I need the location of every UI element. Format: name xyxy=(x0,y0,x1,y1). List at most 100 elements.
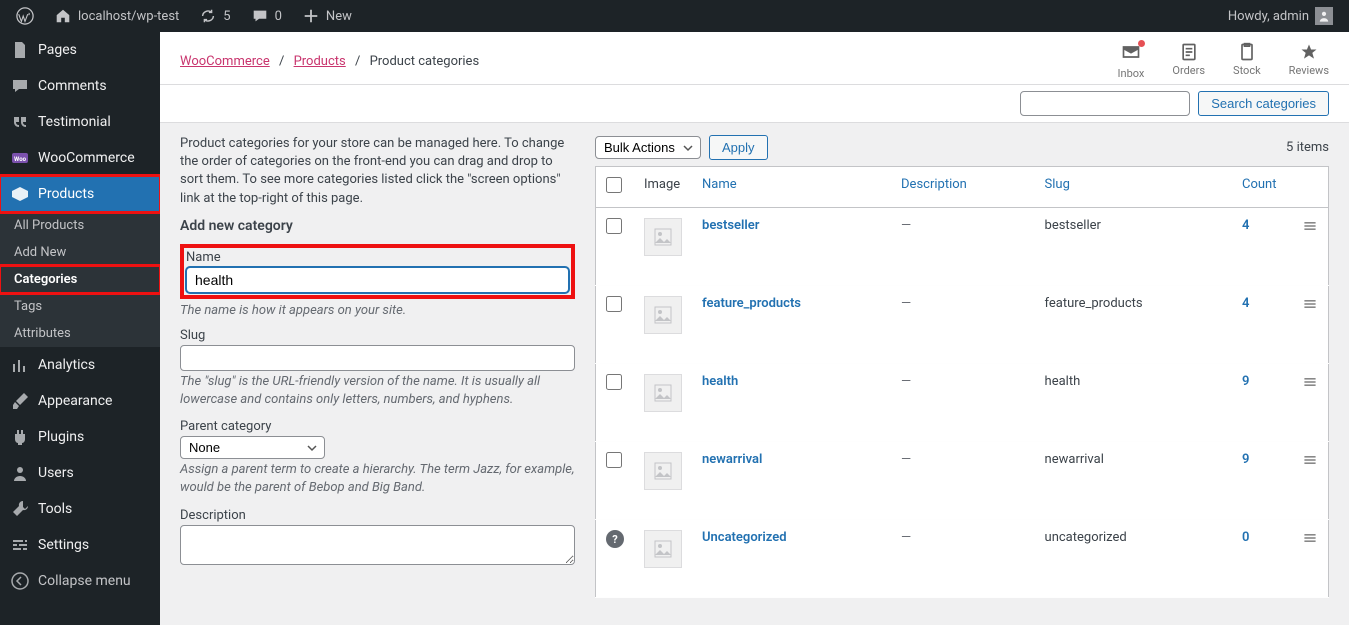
sidebar-item-woocommerce[interactable]: Woo WooCommerce xyxy=(0,140,160,176)
category-slug: bestseller xyxy=(1035,208,1232,286)
category-count-link[interactable]: 9 xyxy=(1242,452,1249,467)
row-menu-icon[interactable] xyxy=(1292,442,1329,520)
name-hint: The name is how it appears on your site. xyxy=(180,303,575,318)
col-image: Image xyxy=(634,167,692,208)
desc-input[interactable] xyxy=(180,525,575,565)
category-name-link[interactable]: health xyxy=(702,374,738,389)
sidebar-item-testimonial[interactable]: Testimonial xyxy=(0,104,160,140)
topicon-label: Stock xyxy=(1233,64,1261,77)
search-button[interactable]: Search categories xyxy=(1198,91,1329,116)
subitem-tags[interactable]: Tags xyxy=(0,293,160,320)
sidebar-item-settings[interactable]: Settings xyxy=(0,527,160,563)
category-count-link[interactable]: 0 xyxy=(1242,530,1249,545)
apply-button[interactable]: Apply xyxy=(709,135,768,160)
breadcrumb-woocommerce[interactable]: WooCommerce xyxy=(180,54,270,69)
col-description[interactable]: Description xyxy=(891,167,1035,208)
col-name[interactable]: Name xyxy=(692,167,891,208)
slug-input[interactable] xyxy=(180,345,575,371)
table-row: newarrival—newarrival9 xyxy=(596,442,1329,520)
category-slug: feature_products xyxy=(1035,286,1232,364)
row-checkbox[interactable] xyxy=(606,374,622,390)
comment-icon xyxy=(10,76,30,96)
new-label: New xyxy=(326,9,352,24)
sidebar-item-tools[interactable]: Tools xyxy=(0,491,160,527)
comments[interactable]: 0 xyxy=(243,0,290,32)
subitem-add-new[interactable]: Add New xyxy=(0,239,160,266)
thumbnail-placeholder xyxy=(644,218,682,256)
sidebar-item-label: Testimonial xyxy=(38,114,111,130)
sidebar-item-users[interactable]: Users xyxy=(0,455,160,491)
select-all-checkbox[interactable] xyxy=(606,177,622,193)
help-icon[interactable]: ? xyxy=(606,530,624,548)
brush-icon xyxy=(10,391,30,411)
user-icon xyxy=(10,463,30,483)
category-name-link[interactable]: feature_products xyxy=(702,296,801,311)
subitem-all-products[interactable]: All Products xyxy=(0,212,160,239)
row-menu-icon[interactable] xyxy=(1292,286,1329,364)
category-slug: uncategorized xyxy=(1035,520,1232,598)
site-name[interactable]: localhost/wp-test xyxy=(46,0,187,32)
sidebar-item-appearance[interactable]: Appearance xyxy=(0,383,160,419)
category-name-link[interactable]: newarrival xyxy=(702,452,762,467)
sidebar-item-label: Products xyxy=(38,186,94,202)
topicon-reviews[interactable]: Reviews xyxy=(1289,42,1329,80)
name-input[interactable] xyxy=(186,267,569,293)
updates[interactable]: 5 xyxy=(191,0,238,32)
category-count-link[interactable]: 9 xyxy=(1242,374,1249,389)
categories-table: Image Name Description Slug Count bestse… xyxy=(595,166,1329,598)
sidebar-item-label: Pages xyxy=(38,42,77,58)
topicon-stock[interactable]: Stock xyxy=(1233,42,1261,80)
row-menu-icon[interactable] xyxy=(1292,208,1329,286)
sidebar-item-products[interactable]: Products xyxy=(0,176,160,212)
sidebar-item-pages[interactable]: Pages xyxy=(0,32,160,68)
parent-hint: Assign a parent term to create a hierarc… xyxy=(180,461,575,497)
new-content[interactable]: New xyxy=(294,0,360,32)
category-desc: — xyxy=(891,442,1035,520)
name-label: Name xyxy=(186,250,569,265)
wordpress-icon xyxy=(16,7,34,25)
category-name-link[interactable]: Uncategorized xyxy=(702,530,787,545)
collapse-label: Collapse menu xyxy=(38,573,131,589)
category-count-link[interactable]: 4 xyxy=(1242,218,1249,233)
bulk-select[interactable]: Bulk Actions xyxy=(595,136,701,159)
col-slug[interactable]: Slug xyxy=(1035,167,1232,208)
topicon-orders[interactable]: Orders xyxy=(1172,42,1205,80)
topicon-label: Inbox xyxy=(1118,67,1145,80)
sidebar-item-comments[interactable]: Comments xyxy=(0,68,160,104)
breadcrumb: WooCommerce / Products / Product categor… xyxy=(180,54,479,69)
wrench-icon xyxy=(10,499,30,519)
page-icon xyxy=(10,40,30,60)
col-count[interactable]: Count xyxy=(1232,167,1292,208)
sidebar-item-analytics[interactable]: Analytics xyxy=(0,347,160,383)
orders-icon xyxy=(1179,42,1199,62)
content-area: WooCommerce / Products / Product categor… xyxy=(160,32,1349,625)
row-menu-icon[interactable] xyxy=(1292,364,1329,442)
thumbnail-placeholder xyxy=(644,296,682,334)
plus-icon xyxy=(302,7,320,25)
stock-icon xyxy=(1237,42,1257,62)
wp-logo[interactable] xyxy=(8,0,42,32)
subitem-categories[interactable]: Categories xyxy=(0,266,160,293)
parent-select[interactable]: None xyxy=(180,436,325,459)
sidebar-item-label: Comments xyxy=(38,78,107,94)
comment-icon xyxy=(251,7,269,25)
sidebar-item-plugins[interactable]: Plugins xyxy=(0,419,160,455)
row-menu-icon[interactable] xyxy=(1292,520,1329,598)
subitem-attributes[interactable]: Attributes xyxy=(0,320,160,347)
my-account[interactable]: Howdy, admin xyxy=(1220,0,1341,32)
admin-sidebar: Pages Comments Testimonial Woo WooCommer… xyxy=(0,32,160,625)
breadcrumb-products[interactable]: Products xyxy=(294,54,346,69)
thumbnail-placeholder xyxy=(644,530,682,568)
row-checkbox[interactable] xyxy=(606,452,622,468)
row-checkbox[interactable] xyxy=(606,218,622,234)
sidebar-item-label: Appearance xyxy=(38,393,112,409)
topicon-inbox[interactable]: Inbox xyxy=(1118,42,1145,80)
row-checkbox[interactable] xyxy=(606,296,622,312)
collapse-menu[interactable]: Collapse menu xyxy=(0,563,160,599)
category-count-link[interactable]: 4 xyxy=(1242,296,1249,311)
category-name-link[interactable]: bestseller xyxy=(702,218,759,233)
table-row: health—health9 xyxy=(596,364,1329,442)
quote-icon xyxy=(10,112,30,132)
search-input[interactable] xyxy=(1020,91,1190,116)
slug-hint: The "slug" is the URL-friendly version o… xyxy=(180,373,575,409)
